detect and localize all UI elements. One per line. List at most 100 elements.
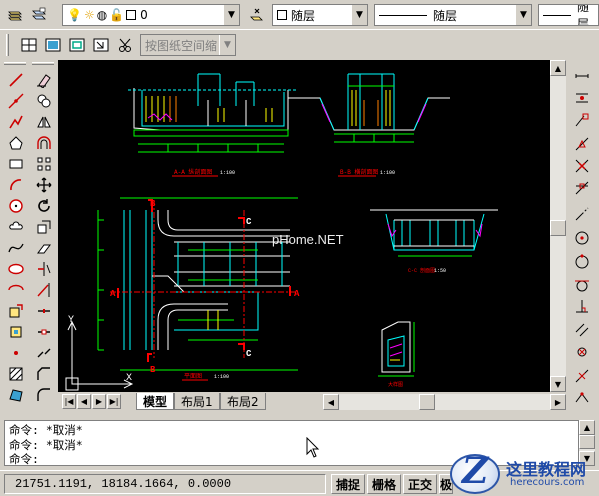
- copy-icon[interactable]: [33, 91, 55, 111]
- command-line-2: 命令: *取消*: [9, 437, 83, 452]
- break-icon[interactable]: [33, 322, 55, 342]
- hscroll-thumb[interactable]: [419, 394, 435, 410]
- spline-icon[interactable]: [5, 238, 27, 258]
- prev-tab-icon[interactable]: ◀: [77, 394, 91, 409]
- scroll-thumb[interactable]: [550, 220, 566, 236]
- section-cc-scale: 1:50: [434, 268, 446, 274]
- polygonal-viewport-icon[interactable]: [66, 34, 88, 56]
- polyline-icon[interactable]: [5, 112, 27, 132]
- scroll-thumb[interactable]: [579, 435, 595, 449]
- endpoint-snap-icon[interactable]: [571, 110, 593, 130]
- perpendicular-snap-icon[interactable]: [571, 296, 593, 316]
- chevron-down-icon[interactable]: ▼: [351, 5, 367, 25]
- from-snap-icon[interactable]: [571, 88, 593, 108]
- move-icon[interactable]: [33, 175, 55, 195]
- next-tab-icon[interactable]: ▶: [92, 394, 106, 409]
- revision-cloud-icon[interactable]: [5, 217, 27, 237]
- scroll-up-icon[interactable]: ▲: [550, 60, 566, 76]
- scale-icon[interactable]: [33, 217, 55, 237]
- mirror-icon[interactable]: [33, 112, 55, 132]
- array-icon[interactable]: [33, 154, 55, 174]
- trim-icon[interactable]: [33, 259, 55, 279]
- intersection-snap-icon[interactable]: [571, 156, 593, 176]
- lineweight-dropdown[interactable]: 随层: [538, 4, 599, 26]
- chevron-down-icon[interactable]: ▼: [219, 35, 235, 55]
- temp-track-icon[interactable]: [571, 66, 593, 86]
- point-icon[interactable]: [5, 343, 27, 363]
- draw-toolbar-grip[interactable]: [4, 62, 26, 65]
- join-icon[interactable]: [33, 343, 55, 363]
- extend-icon[interactable]: [33, 280, 55, 300]
- linetype-dropdown[interactable]: 随层 ▼: [374, 4, 532, 26]
- midpoint-snap-icon[interactable]: [571, 134, 593, 154]
- layer-state-icon[interactable]: [28, 4, 50, 26]
- layer-value: 0: [140, 8, 148, 22]
- tab-layout1[interactable]: 布局1: [174, 393, 220, 410]
- snap-settings-icon[interactable]: [571, 388, 593, 408]
- nearest-snap-icon[interactable]: [571, 366, 593, 386]
- snap-toggle[interactable]: 捕捉: [331, 474, 365, 494]
- viewport-dialog-icon[interactable]: [18, 34, 40, 56]
- scroll-right-icon[interactable]: ▶: [550, 394, 566, 410]
- rotate-icon[interactable]: [33, 196, 55, 216]
- region-icon[interactable]: [5, 385, 27, 405]
- stretch-icon[interactable]: [33, 238, 55, 258]
- erase-icon[interactable]: [33, 70, 55, 90]
- plan-view: 平面图 1:100: [97, 197, 298, 381]
- horizontal-scrollbar[interactable]: ◀ ▶: [323, 394, 566, 410]
- layer-color-swatch: [126, 10, 137, 20]
- ellipse-arc-icon[interactable]: [5, 280, 27, 300]
- modify-toolbar-grip[interactable]: [32, 62, 54, 65]
- make-block-icon[interactable]: [5, 322, 27, 342]
- color-value: 随层: [291, 8, 316, 23]
- last-tab-icon[interactable]: ▶|: [107, 394, 121, 409]
- first-tab-icon[interactable]: |◀: [62, 394, 76, 409]
- convert-viewport-icon[interactable]: [90, 34, 112, 56]
- arc-icon[interactable]: [5, 175, 27, 195]
- construction-line-icon[interactable]: [5, 91, 27, 111]
- center-snap-icon[interactable]: [571, 228, 593, 248]
- color-dropdown[interactable]: 随层 ▼: [272, 4, 368, 26]
- coordinate-readout: 21751.1191, 18184.1664, 0.0000: [4, 474, 326, 494]
- hatch-icon[interactable]: [5, 364, 27, 384]
- chamfer-icon[interactable]: [33, 364, 55, 384]
- chevron-down-icon[interactable]: ▼: [515, 5, 531, 25]
- layer-dropdown[interactable]: 💡 ☼ ◍ 🔓 0 ▼: [62, 4, 240, 26]
- rectangle-icon[interactable]: [5, 154, 27, 174]
- break-point-icon[interactable]: [33, 301, 55, 321]
- apparent-intersection-icon[interactable]: [571, 178, 593, 198]
- watermark-text: pHome.NET: [272, 232, 344, 247]
- clip-viewport-icon[interactable]: [114, 34, 136, 56]
- tab-model[interactable]: 模型: [136, 393, 175, 410]
- quadrant-snap-icon[interactable]: [571, 252, 593, 272]
- layer-manager-icon[interactable]: [4, 4, 26, 26]
- drawing-canvas[interactable]: A-A 纵剖面图 1:100 B-B 横剖面图 1:100 平面图 1:100 …: [58, 60, 550, 392]
- scroll-down-icon[interactable]: ▼: [550, 376, 566, 392]
- layout-tab-bar: |◀ ◀ ▶ ▶| 模型 布局1 布局2 ◀ ▶: [58, 392, 566, 412]
- ortho-toggle[interactable]: 正交: [403, 474, 437, 494]
- draw-modify-toolbars: [0, 60, 58, 412]
- tab-layout2[interactable]: 布局2: [220, 393, 266, 410]
- ellipse-icon[interactable]: [5, 259, 27, 279]
- grid-toggle[interactable]: 栅格: [367, 474, 401, 494]
- circle-icon[interactable]: [5, 196, 27, 216]
- line-icon[interactable]: [5, 70, 27, 90]
- fillet-icon[interactable]: [33, 385, 55, 405]
- scroll-up-icon[interactable]: ▲: [579, 420, 595, 435]
- offset-icon[interactable]: [33, 133, 55, 153]
- scroll-left-icon[interactable]: ◀: [323, 394, 339, 410]
- chevron-down-icon[interactable]: ▼: [223, 5, 239, 25]
- sun-icon: ☼: [83, 8, 95, 22]
- vertical-scrollbar[interactable]: ▲ ▼: [550, 60, 566, 392]
- node-snap-icon[interactable]: [571, 342, 593, 362]
- make-current-icon[interactable]: [246, 4, 268, 26]
- parallel-snap-icon[interactable]: [571, 320, 593, 340]
- toolbar-grip[interactable]: [6, 34, 9, 56]
- viewport-scale-dropdown[interactable]: 按图纸空间缩 ▼: [140, 34, 236, 56]
- polygon-icon[interactable]: [5, 133, 27, 153]
- single-viewport-icon[interactable]: [42, 34, 64, 56]
- extension-snap-icon[interactable]: [571, 204, 593, 224]
- insert-block-icon[interactable]: [5, 301, 27, 321]
- marker-c-top: C: [246, 217, 252, 227]
- tangent-snap-icon[interactable]: [571, 274, 593, 294]
